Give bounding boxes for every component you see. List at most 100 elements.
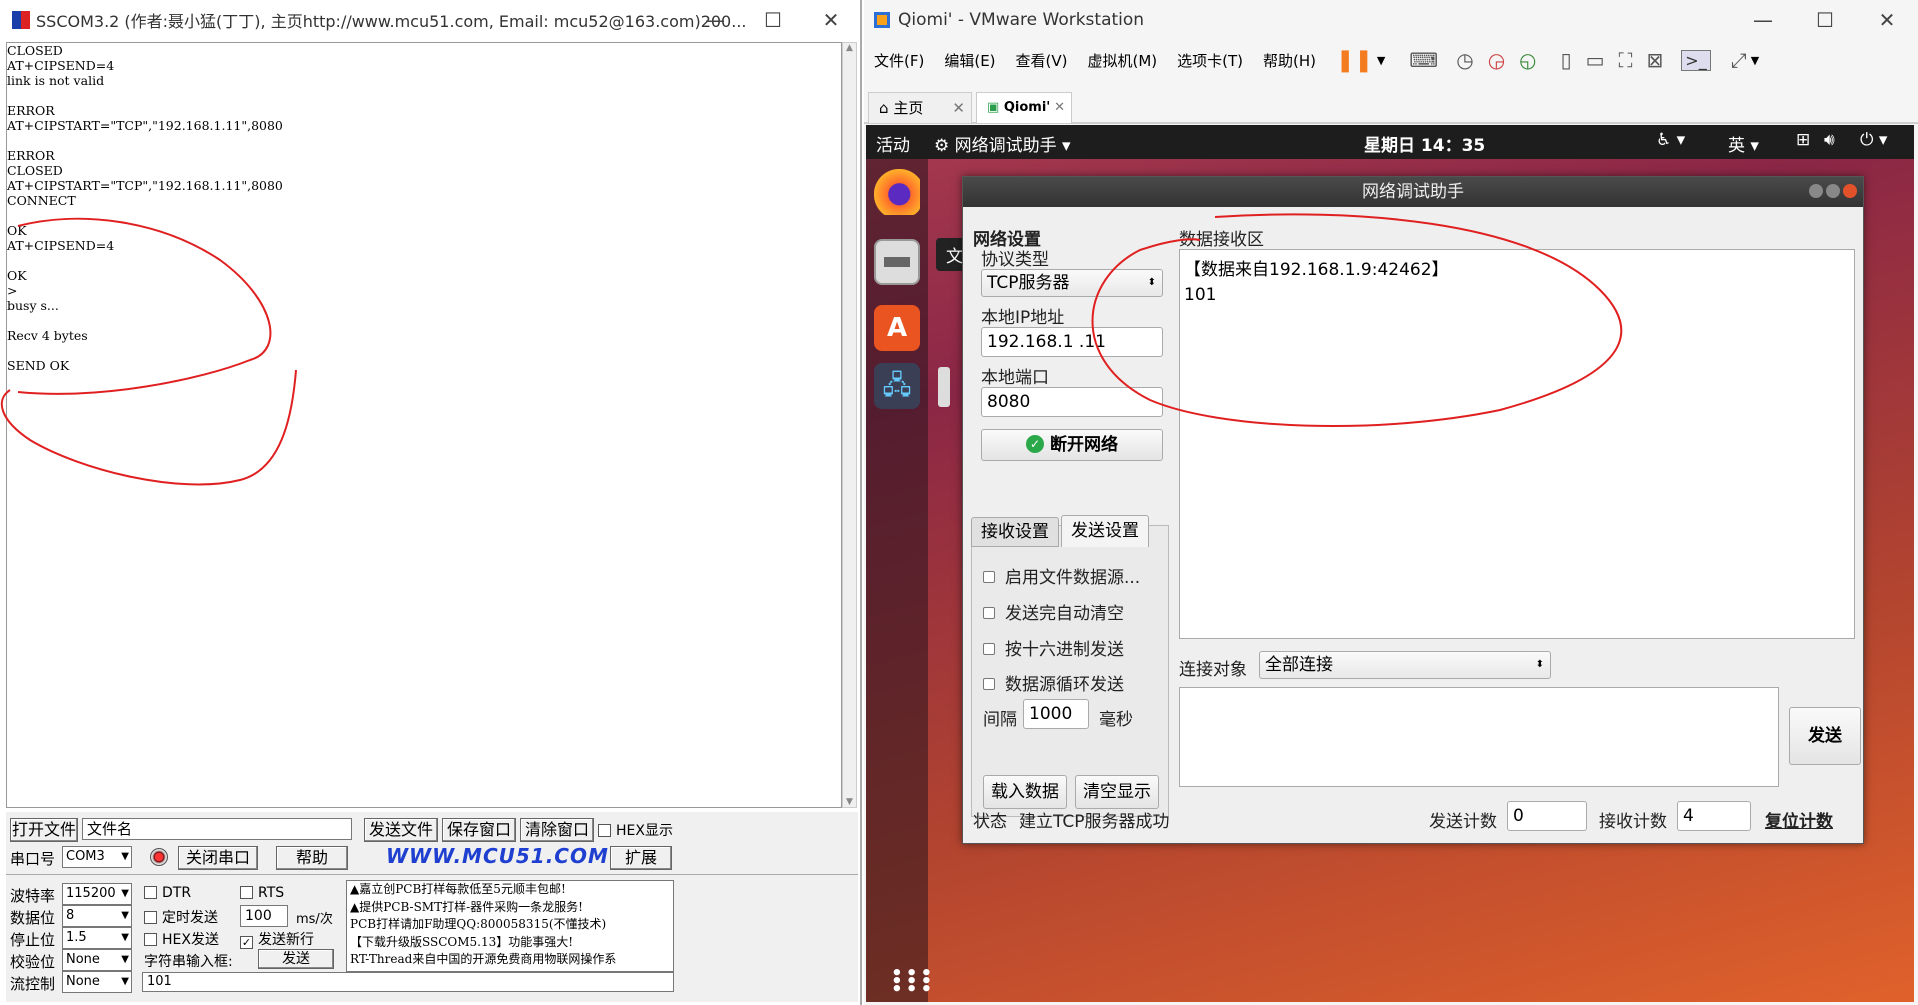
- files-icon[interactable]: [874, 239, 920, 285]
- expand-button[interactable]: 扩展: [610, 846, 672, 870]
- send-button[interactable]: 发送: [258, 949, 334, 969]
- fullscreen-icon[interactable]: ⛶: [1619, 48, 1633, 72]
- site-link[interactable]: WWW.MCU51.COM: [386, 844, 609, 868]
- menu-vm[interactable]: 虚拟机(M): [1088, 50, 1158, 71]
- app-menu[interactable]: ⚙ 网络调试助手 ▾: [934, 131, 1071, 156]
- scroll-down-icon[interactable]: ▼: [843, 797, 856, 807]
- software-center-icon[interactable]: A: [874, 305, 920, 351]
- option-file-source[interactable]: 启用文件数据源...: [983, 563, 1140, 588]
- ip-input[interactable]: 192.168.1 .11: [981, 327, 1163, 357]
- tab-home[interactable]: ⌂ 主页 ✕: [868, 92, 972, 124]
- tab-vm[interactable]: ▣ Qiomi' ✕: [976, 92, 1072, 124]
- filename-field[interactable]: 文件名: [82, 818, 352, 840]
- minimize-icon[interactable]: [1809, 184, 1823, 198]
- clock[interactable]: 星期日 14：35: [1364, 131, 1485, 156]
- console-view-icon[interactable]: >_: [1681, 49, 1711, 71]
- timed-send-check-icon[interactable]: [144, 911, 157, 924]
- baud-select[interactable]: 115200: [62, 883, 132, 905]
- send-ctrl-alt-del-icon[interactable]: ⌨: [1409, 48, 1438, 72]
- close-icon[interactable]: ✕: [802, 0, 860, 40]
- interval-input[interactable]: 100: [240, 905, 288, 927]
- firefox-icon[interactable]: [874, 169, 920, 215]
- log-scrollbar[interactable]: ▲ ▼: [842, 42, 857, 808]
- thumbnail-bar-icon[interactable]: ▭: [1586, 48, 1605, 72]
- stopbits-select[interactable]: 1.5: [62, 927, 132, 949]
- checkbox-icon[interactable]: [983, 643, 995, 655]
- reset-count-link[interactable]: 复位计数: [1765, 807, 1833, 832]
- send-button[interactable]: 发送: [1789, 707, 1861, 765]
- stretch-icon[interactable]: ⤢: [1731, 48, 1747, 72]
- dtr-check-icon[interactable]: [144, 886, 157, 899]
- pause-icon[interactable]: ❚❚: [1336, 48, 1373, 73]
- rts-check-icon[interactable]: [240, 886, 253, 899]
- send-file-button[interactable]: 发送文件: [364, 818, 438, 842]
- checkbox-icon[interactable]: [983, 678, 995, 690]
- close-icon[interactable]: ✕: [1054, 93, 1065, 123]
- ad-line[interactable]: 【下载升级版SSCOM5.13】功能事强大!: [350, 934, 673, 952]
- revert-snapshot-icon[interactable]: ◶: [1488, 48, 1505, 72]
- minimize-icon[interactable]: —: [1732, 0, 1794, 40]
- send-newline-check-icon[interactable]: ✓: [240, 936, 253, 949]
- volume-icon[interactable]: 🔊︎: [1824, 130, 1835, 150]
- close-icon[interactable]: ✕: [952, 93, 965, 123]
- activities-button[interactable]: 活动: [876, 131, 910, 156]
- receive-log[interactable]: CLOSED AT+CIPSEND=4 link is not valid ERROR…: [6, 42, 842, 808]
- menu-edit[interactable]: 编辑(E): [944, 50, 995, 71]
- string-input[interactable]: 101: [142, 972, 674, 992]
- send-newline-checkbox[interactable]: ✓ 发送新行: [240, 929, 314, 949]
- snapshot-manager-icon[interactable]: ◵: [1519, 48, 1536, 72]
- close-icon[interactable]: [1843, 184, 1857, 198]
- flow-select[interactable]: None: [62, 971, 132, 993]
- checkbox-icon[interactable]: [983, 571, 995, 583]
- timed-send-checkbox[interactable]: 定时发送: [144, 907, 218, 927]
- network-assistant-icon[interactable]: 🖧︎: [874, 363, 920, 409]
- sidebar-toggle-icon[interactable]: ▯: [1561, 48, 1572, 72]
- target-select[interactable]: 全部连接 ⬍: [1259, 651, 1551, 679]
- ad-line[interactable]: ▲提供PCB-SMT打样-器件采购一条龙服务!: [350, 899, 673, 917]
- recv-area[interactable]: 【数据来自192.168.1.9:42462】 101: [1179, 249, 1855, 639]
- checkbox-icon[interactable]: [983, 607, 995, 619]
- option-loop-send[interactable]: 数据源循环发送: [983, 670, 1124, 695]
- send-input[interactable]: [1179, 687, 1779, 787]
- dtr-checkbox[interactable]: DTR: [144, 885, 191, 901]
- ad-line[interactable]: RT-Thread来自中国的开源免费商用物联网操作系: [350, 951, 673, 969]
- open-file-button[interactable]: 打开文件: [10, 818, 78, 842]
- rts-checkbox[interactable]: RTS: [240, 885, 284, 901]
- hex-display-check-icon[interactable]: [598, 824, 611, 837]
- help-button[interactable]: 帮助: [276, 846, 348, 870]
- load-data-button[interactable]: 载入数据: [983, 775, 1067, 809]
- disconnect-button[interactable]: ✓ 断开网络: [981, 429, 1163, 461]
- scroll-up-icon[interactable]: ▲: [843, 43, 856, 53]
- close-port-button[interactable]: 关闭串口: [178, 846, 258, 870]
- menu-tabs[interactable]: 选项卡(T): [1177, 50, 1243, 71]
- unity-icon[interactable]: ⊠: [1647, 48, 1664, 72]
- menu-help[interactable]: 帮助(H): [1263, 50, 1316, 71]
- chevron-down-icon[interactable]: ▼: [1377, 54, 1385, 67]
- option-hex-send[interactable]: 按十六进制发送: [983, 635, 1124, 660]
- input-method-menu[interactable]: 英 ▾: [1728, 131, 1759, 156]
- maximize-icon[interactable]: ☐: [1794, 0, 1856, 40]
- hex-send-checkbox[interactable]: HEX发送: [144, 929, 219, 949]
- maximize-icon[interactable]: ☐: [744, 0, 802, 40]
- show-apps-icon[interactable]: ∙∙∙ ∙∙∙ ∙∙∙: [890, 962, 934, 1000]
- interval-input[interactable]: 1000: [1023, 699, 1089, 729]
- network-icon[interactable]: ⊞: [1796, 130, 1810, 150]
- parity-select[interactable]: None: [62, 949, 132, 971]
- option-auto-clear[interactable]: 发送完自动清空: [983, 599, 1124, 624]
- ad-line[interactable]: PCB打样请加F助理QQ:800058315(不懂技术): [350, 916, 673, 934]
- snapshot-icon[interactable]: ◷: [1456, 48, 1473, 72]
- clear-window-button[interactable]: 清除窗口: [520, 818, 594, 842]
- port-select[interactable]: COM3: [62, 846, 132, 868]
- chevron-down-icon[interactable]: ▼: [1751, 54, 1759, 67]
- minimize-icon[interactable]: —: [686, 0, 744, 40]
- databits-select[interactable]: 8: [62, 905, 132, 927]
- protocol-select[interactable]: TCP服务器 ⬍: [981, 269, 1163, 297]
- save-window-button[interactable]: 保存窗口: [442, 818, 516, 842]
- menu-file[interactable]: 文件(F): [874, 50, 924, 71]
- maximize-icon[interactable]: [1826, 184, 1840, 198]
- hex-display-checkbox[interactable]: HEX显示: [598, 820, 673, 840]
- ad-line[interactable]: ▲嘉立创PCB打样每款低至5元顺丰包邮!: [350, 881, 673, 899]
- tab-send-settings[interactable]: 发送设置: [1061, 515, 1149, 547]
- tab-receive-settings[interactable]: 接收设置: [971, 517, 1059, 547]
- hex-send-check-icon[interactable]: [144, 933, 157, 946]
